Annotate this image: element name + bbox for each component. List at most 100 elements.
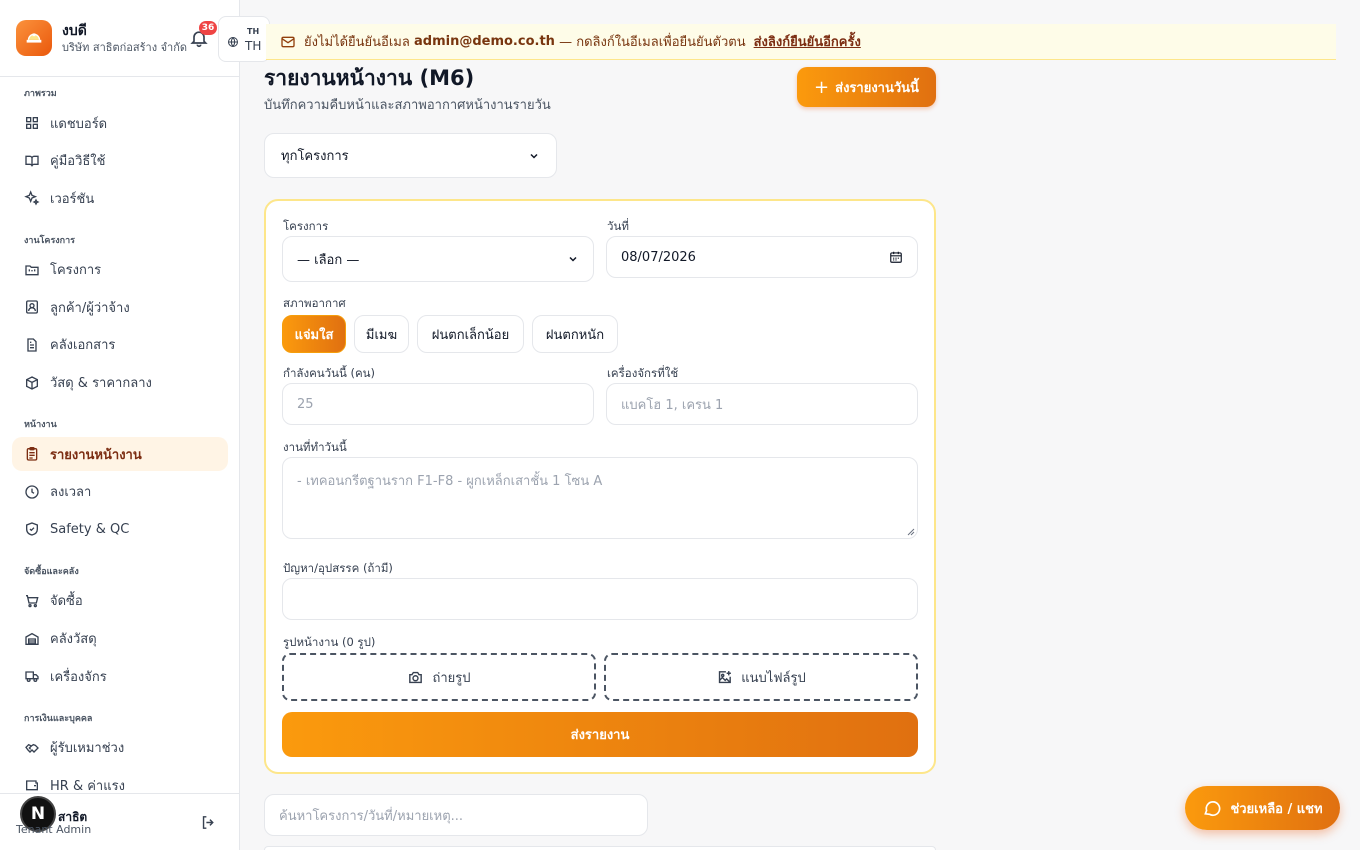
project-filter-value: ทุกโครงการ — [281, 149, 349, 164]
nav-section-title: หน้างาน — [24, 420, 57, 431]
sidebar-item[interactable]: เครื่องจักร — [12, 659, 228, 693]
work-label: งานที่ทำวันนี้ — [283, 440, 347, 454]
user-role: Tenant Admin — [16, 823, 92, 836]
resend-verification-link[interactable]: ส่งลิงก์ยืนยันอีกครั้ง — [754, 31, 861, 52]
page-subtitle: บันทึกความคืบหน้าและสภาพอากาศหน้างานรายว… — [264, 98, 551, 113]
manpower-input[interactable]: 25 — [282, 383, 594, 425]
sidebar-item-label: คลังวัสดุ — [50, 632, 97, 648]
work-textarea[interactable]: - เทคอนกรีตฐานราก F1-F8 - ผูกเหล็กเสาชั้… — [282, 457, 918, 539]
camera-icon — [409, 671, 423, 683]
sidebar-item[interactable]: Safety & QC — [12, 512, 228, 546]
send-report-button[interactable]: ส่งรายงาน — [282, 712, 918, 757]
project-label: โครงการ — [283, 219, 329, 233]
date-input[interactable]: 08/07/2026 — [606, 236, 918, 278]
banner-suffix: — กดลิงก์ในอีเมลเพื่อยืนยันตัวตน — [559, 35, 746, 50]
machines-label: เครื่องจักรที่ใช้ — [607, 366, 679, 380]
attach-photo-button[interactable]: แนบไฟล์รูป — [604, 653, 918, 701]
email-verification-banner: ยังไม่ได้ยืนยันอีเมล admin@demo.co.th — … — [266, 24, 1336, 60]
sidebar-item-label: แดชบอร์ด — [50, 116, 108, 132]
brand-name: งบดี — [62, 22, 87, 39]
book-icon — [25, 155, 39, 167]
issues-input[interactable] — [282, 578, 918, 620]
sidebar-item-label: Safety & QC — [50, 521, 130, 537]
weather-option-clear[interactable]: แจ่มใส — [282, 315, 346, 353]
nav-gap — [12, 697, 228, 705]
take-photo-label: ถ่ายรูป — [432, 670, 471, 686]
brand[interactable]: งบดี บริษัท สาธิตก่อสร้าง จำกัด — [16, 20, 187, 56]
sidebar-item[interactable]: คู่มือวิธีใช้ — [12, 144, 228, 178]
sidebar-nav: ภาพรวม แดชบอร์ด คู่มือวิธีใช้ เวอร์ชัน งานโค… — [12, 80, 228, 806]
nav-gap — [12, 219, 228, 227]
work-placeholder: - เทคอนกรีตฐานราก F1-F8 - ผูกเหล็กเสาชั้… — [297, 474, 603, 489]
language-current: TH — [245, 39, 262, 53]
sidebar: งบดี บริษัท สาธิตก่อสร้าง จำกัด 36 TH TH… — [0, 0, 270, 850]
take-photo-button[interactable]: ถ่ายรูป — [282, 653, 596, 701]
sidebar-item-label: รายงานหน้างาน — [50, 447, 142, 463]
sidebar-item-label: ลงเวลา — [50, 485, 92, 501]
nav-gap — [12, 550, 228, 558]
attach-photo-label: แนบไฟล์รูป — [741, 670, 806, 686]
sidebar-item-label: ผู้รับเหมาช่วง — [50, 741, 125, 757]
resize-handle-icon[interactable] — [907, 528, 915, 536]
project-filter-select[interactable]: ทุกโครงการ — [264, 133, 557, 178]
sidebar-item[interactable]: คลังวัสดุ — [12, 622, 228, 656]
sidebar-item-label: โครงการ — [50, 263, 102, 279]
sidebar-item-label: จัดซื้อ — [50, 594, 83, 610]
sparkles-icon — [24, 190, 40, 206]
help-chat-button[interactable]: ช่วยเหลือ / แชท — [1185, 786, 1340, 830]
wallet-icon — [26, 780, 38, 791]
sidebar-item[interactable]: รายงานหน้างาน — [12, 437, 228, 472]
sidebar-item-label: ลูกค้า/ผู้ว่าจ้าง — [50, 300, 130, 316]
sidebar-item[interactable]: แดชบอร์ด — [12, 106, 228, 140]
weather-label: สภาพอากาศ — [283, 296, 346, 310]
photos-label: รูปหน้างาน (0 รูป) — [283, 635, 376, 649]
calendar-icon[interactable] — [889, 250, 903, 264]
project-select-value: — เลือก — — [297, 252, 360, 268]
clipboard-icon — [26, 447, 38, 461]
nav-section-title: การเงินและบุคคล — [24, 713, 93, 724]
shield-check-icon — [26, 522, 38, 537]
sidebar-divider — [0, 76, 239, 77]
nav-section-title: ภาพรวม — [24, 89, 57, 99]
logout-icon[interactable] — [200, 814, 218, 832]
issues-label: ปัญหา/อุปสรรค (ถ้ามี) — [283, 561, 393, 575]
report-list-top — [264, 846, 936, 850]
sidebar-item-label: วัสดุ & ราคากลาง — [50, 376, 152, 392]
sidebar-item[interactable]: ลงเวลา — [12, 475, 228, 509]
sidebar-item[interactable]: เวอร์ชัน — [12, 181, 228, 215]
contact-icon — [26, 300, 38, 315]
sidebar-item[interactable]: วัสดุ & ราคากลาง — [12, 366, 228, 400]
sidebar-item[interactable]: จัดซื้อ — [12, 584, 228, 618]
weather-option-heavy-rain[interactable]: ฝนตกหนัก — [532, 315, 618, 353]
chevron-down-icon — [530, 153, 538, 159]
daily-report-form: โครงการ — เลือก — วันที่ 08/07/2026 สภาพ… — [264, 199, 936, 774]
sidebar-item[interactable]: ผู้รับเหมาช่วง — [12, 731, 228, 765]
handshake-icon — [25, 743, 39, 753]
submit-today-button[interactable]: + ส่งรายงานวันนี้ — [797, 67, 936, 107]
sidebar-item[interactable]: คลังเอกสาร — [12, 328, 228, 362]
package-icon — [26, 375, 38, 390]
nav-gap — [12, 403, 228, 411]
search-input[interactable]: ค้นหาโครงการ/วันที่/หมายเหตุ... — [264, 794, 648, 836]
machines-input[interactable]: แบคโฮ 1, เครน 1 — [606, 383, 918, 425]
date-label: วันที่ — [607, 219, 629, 233]
brand-logo-icon — [16, 20, 52, 56]
globe-icon — [227, 33, 239, 52]
sidebar-item[interactable]: โครงการ — [12, 253, 228, 287]
banner-prefix: ยังไม่ได้ยืนยันอีเมล — [304, 35, 410, 50]
weather-option-cloudy[interactable]: มีเมฆ — [354, 315, 409, 353]
help-chat-label: ช่วยเหลือ / แชท — [1230, 801, 1323, 817]
sidebar-item-label: คู่มือวิธีใช้ — [50, 154, 106, 170]
project-select[interactable]: — เลือก — — [282, 236, 594, 282]
sidebar-item-label: เวอร์ชัน — [50, 191, 95, 207]
chevron-down-icon — [569, 256, 577, 262]
chat-bubble-icon — [1204, 801, 1221, 817]
nav-section-title: จัดซื้อและคลัง — [24, 566, 79, 577]
page-title: รายงานหน้างาน (M6) — [264, 66, 475, 90]
sidebar-item[interactable]: ลูกค้า/ผู้ว่าจ้าง — [12, 290, 228, 324]
language-switcher[interactable]: TH TH — [218, 16, 270, 62]
user-area: N สาธิต Tenant Admin — [0, 793, 239, 850]
dashboard-icon — [25, 117, 38, 129]
weather-option-light-rain[interactable]: ฝนตกเล็กน้อย — [417, 315, 524, 353]
sidebar-item-label: เครื่องจักร — [50, 669, 107, 685]
